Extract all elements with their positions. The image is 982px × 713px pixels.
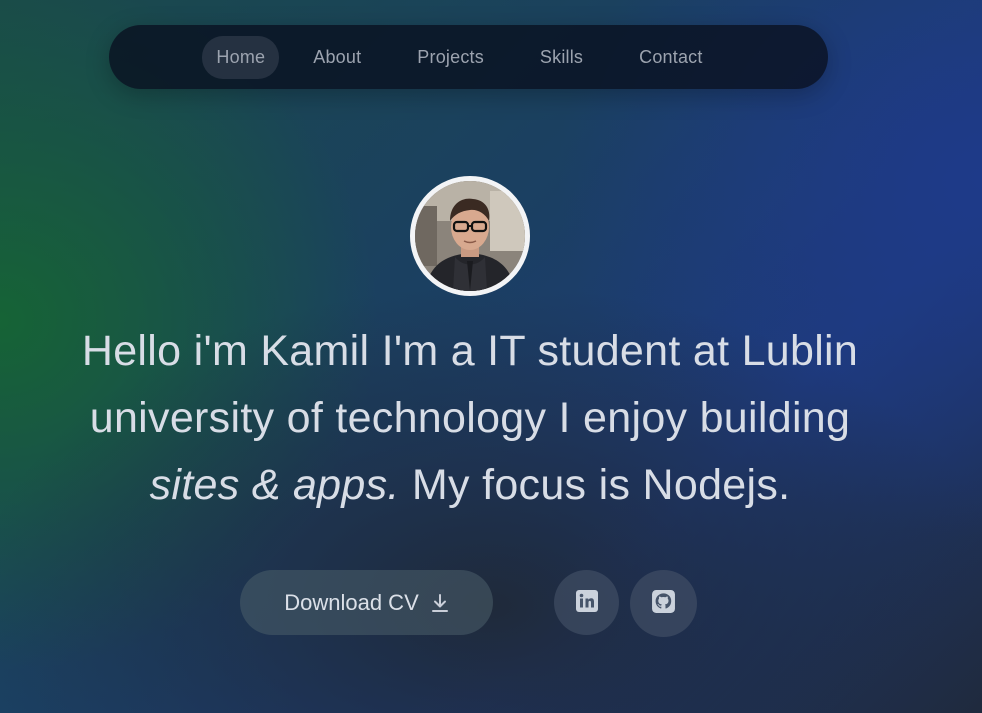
github-icon xyxy=(651,589,676,618)
download-cv-button[interactable]: Download CV xyxy=(240,570,493,635)
avatar xyxy=(410,176,530,296)
nav-item-projects[interactable]: Projects xyxy=(403,36,498,79)
linkedin-icon xyxy=(575,589,599,617)
nav-item-skills[interactable]: Skills xyxy=(526,36,597,79)
hero-line-3: sites & apps. My focus is Nodejs. xyxy=(20,452,920,519)
nav-items: Home About Projects Skills Contact xyxy=(202,35,724,79)
hero-headline: Hello i'm Kamil I'm a IT student at Lubl… xyxy=(20,318,920,519)
download-icon xyxy=(431,593,449,613)
top-navigation: Home About Projects Skills Contact xyxy=(109,25,828,89)
hero-line-3-rest: My focus is Nodejs. xyxy=(399,461,791,509)
hero-line-1: Hello i'm Kamil I'm a IT student at Lubl… xyxy=(81,327,859,375)
hero-highlight: sites & apps. xyxy=(149,461,400,509)
github-button[interactable] xyxy=(630,570,697,637)
linkedin-button[interactable] xyxy=(554,570,619,635)
profile-photo-icon xyxy=(415,181,525,291)
nav-item-about[interactable]: About xyxy=(299,36,375,79)
nav-item-contact[interactable]: Contact xyxy=(625,36,716,79)
hero-line-2: university of technology I enjoy buildin… xyxy=(89,394,851,442)
nav-item-home[interactable]: Home xyxy=(202,35,280,79)
download-cv-label: Download CV xyxy=(284,589,419,615)
